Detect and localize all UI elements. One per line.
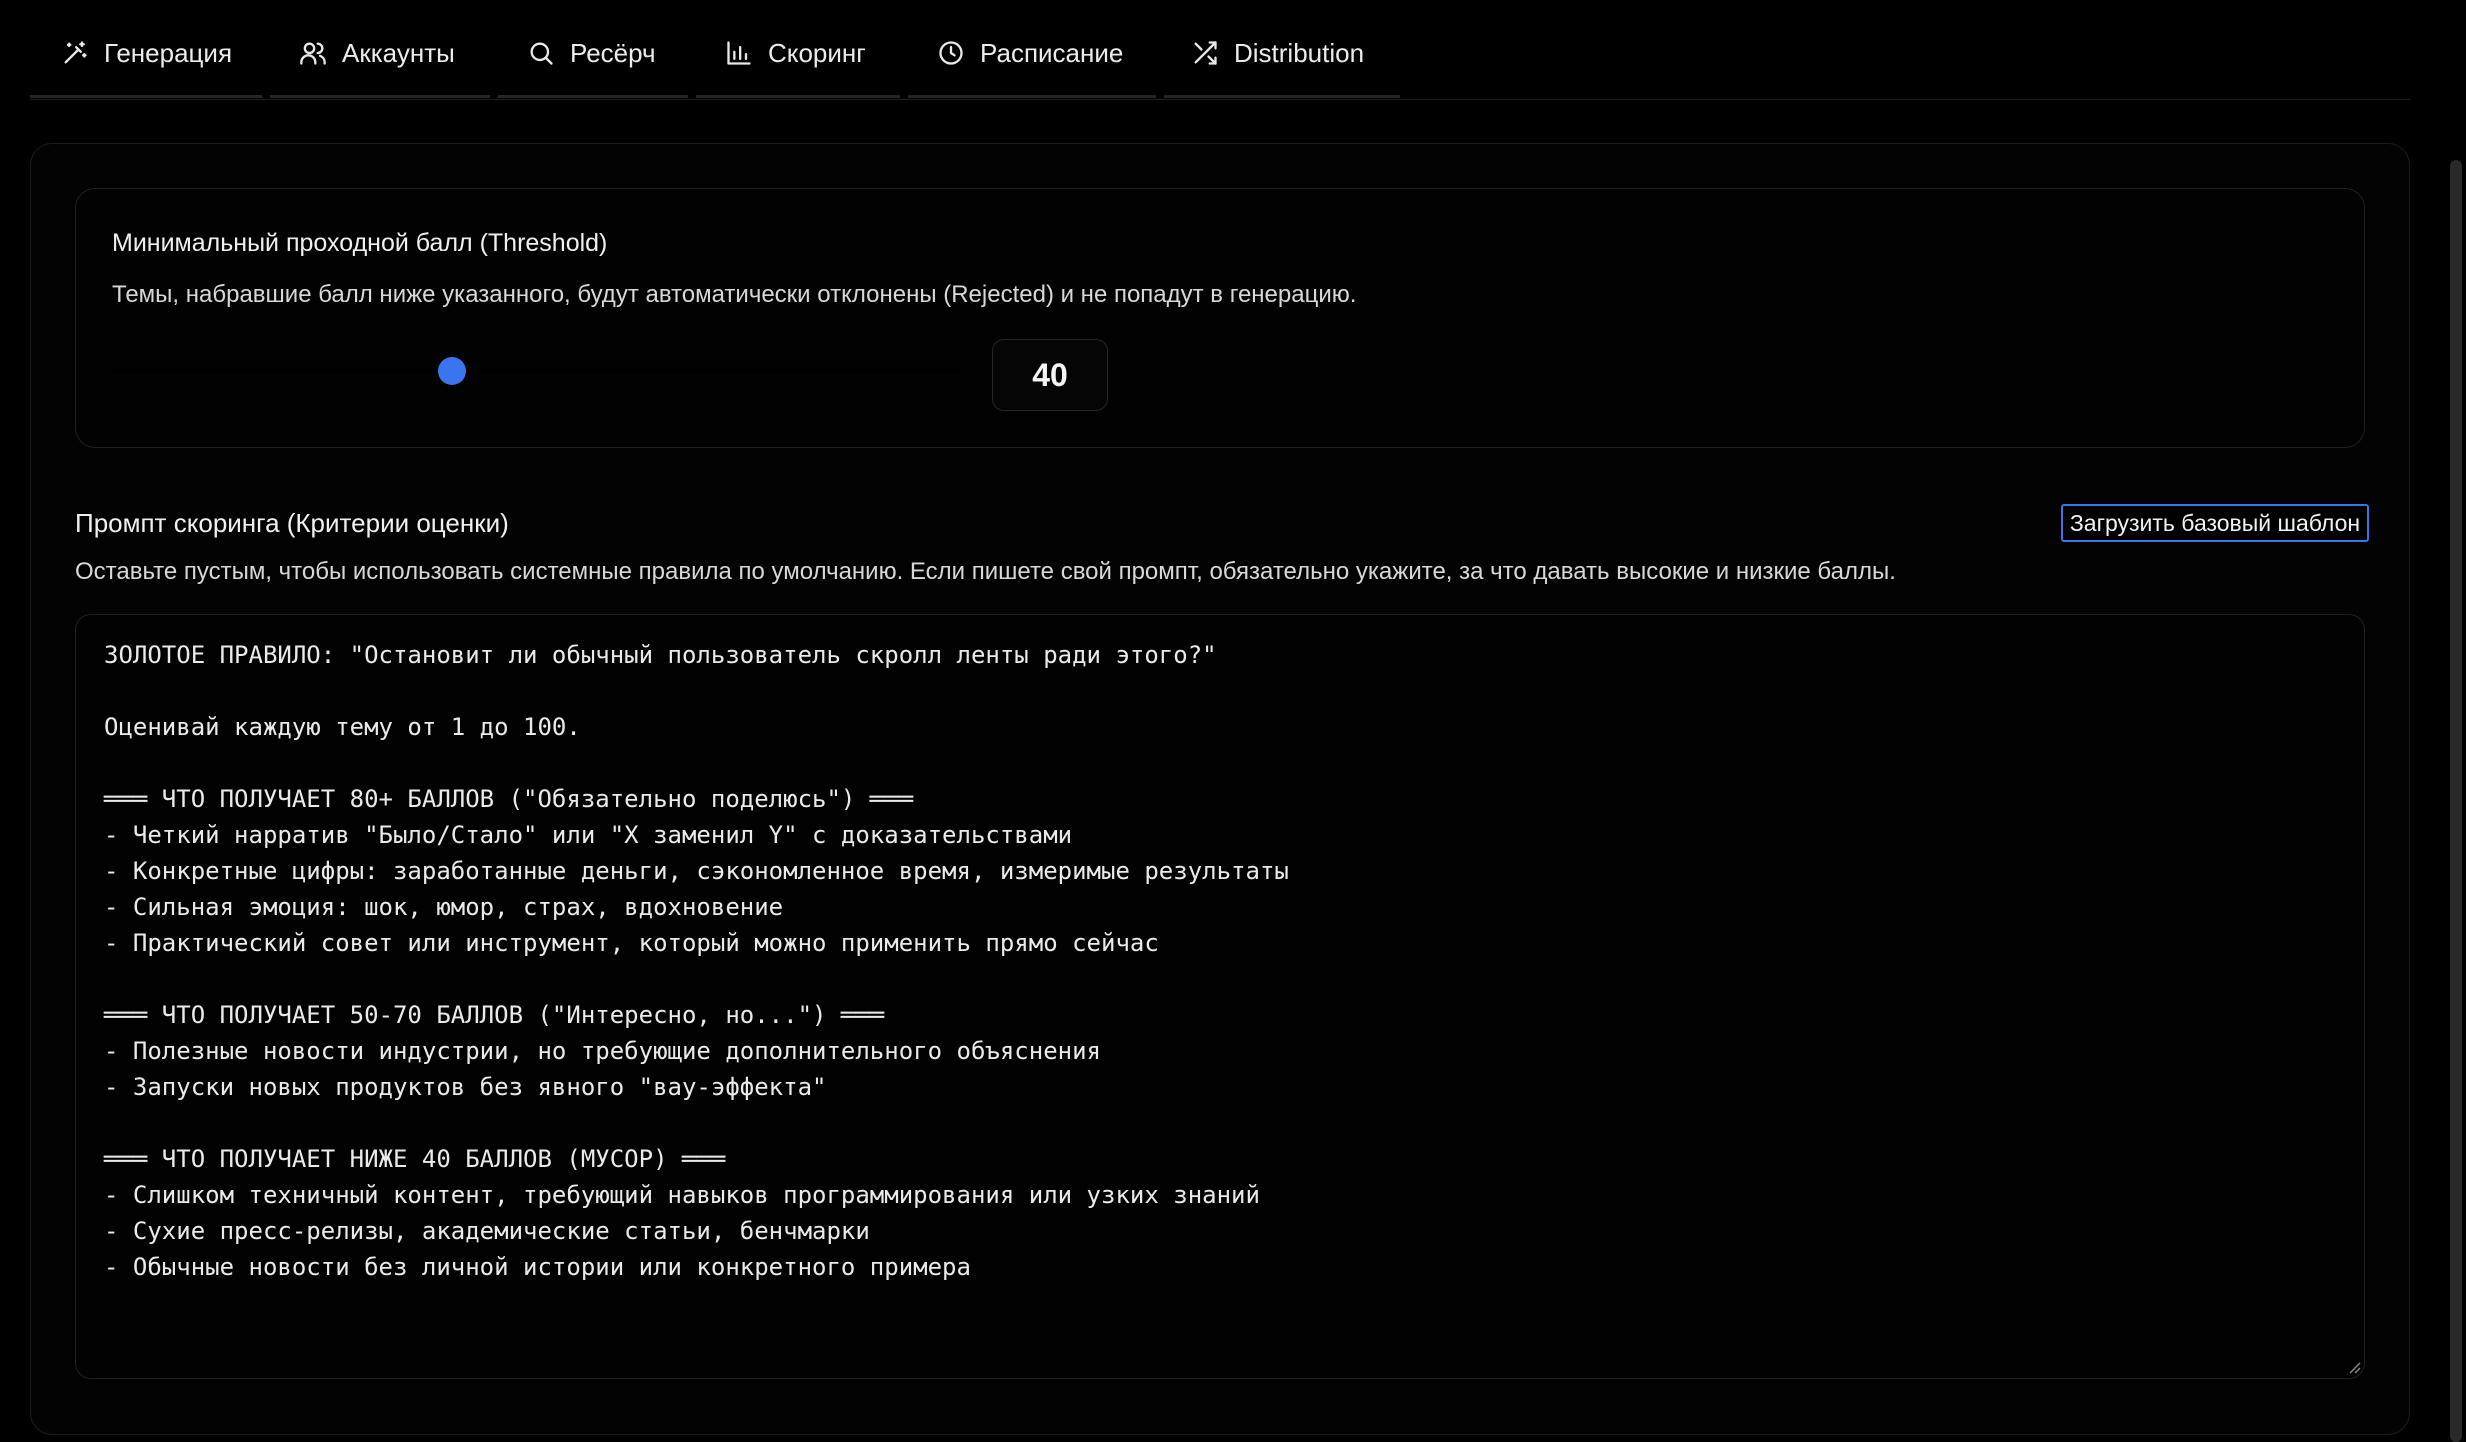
tab-research[interactable]: Ресёрч xyxy=(498,24,688,98)
bar-chart-icon xyxy=(724,38,754,68)
tab-bar: Генерация Аккаунты Ресёрч Скоринг Распис… xyxy=(30,0,2410,100)
tab-label: Расписание xyxy=(980,38,1124,68)
prompt-title: Промпт скоринга (Критерии оценки) xyxy=(75,508,509,538)
tab-label: Distribution xyxy=(1234,38,1365,68)
prompt-description: Оставьте пустым, чтобы использовать сист… xyxy=(75,558,1896,585)
threshold-panel: Минимальный проходной балл (Threshold) Т… xyxy=(75,188,2365,448)
scoring-prompt-textarea[interactable]: ЗОЛОТОЕ ПРАВИЛО: "Остановит ли обычный п… xyxy=(75,614,2365,1379)
threshold-description: Темы, набравшие балл ниже указанного, бу… xyxy=(112,281,1357,308)
threshold-value-input[interactable]: 40 xyxy=(992,339,1108,411)
tab-label: Скоринг xyxy=(768,38,866,68)
clock-icon xyxy=(936,38,966,68)
threshold-title: Минимальный проходной балл (Threshold) xyxy=(112,229,608,257)
slider-track[interactable] xyxy=(112,369,962,373)
tab-label: Ресёрч xyxy=(570,38,656,68)
resize-grip-icon[interactable] xyxy=(2347,1360,2361,1374)
search-icon xyxy=(526,38,556,68)
users-icon xyxy=(298,38,328,68)
slider-thumb[interactable] xyxy=(438,357,466,385)
tab-label: Аккаунты xyxy=(342,38,455,68)
scoring-settings-card: Минимальный проходной балл (Threshold) Т… xyxy=(30,143,2410,1435)
threshold-slider[interactable] xyxy=(112,357,962,385)
shuffle-icon xyxy=(1190,38,1220,68)
tab-scoring[interactable]: Скоринг xyxy=(696,24,900,98)
tab-accounts[interactable]: Аккаунты xyxy=(270,24,490,98)
tab-generation[interactable]: Генерация xyxy=(30,24,262,98)
tab-distribution[interactable]: Distribution xyxy=(1164,24,1400,98)
tab-label: Генерация xyxy=(104,38,233,68)
page-scrollbar[interactable] xyxy=(2450,160,2462,1442)
magic-wand-icon xyxy=(60,38,90,68)
tab-schedule[interactable]: Расписание xyxy=(908,24,1156,98)
load-template-button[interactable]: Загрузить базовый шаблон xyxy=(2061,504,2369,542)
